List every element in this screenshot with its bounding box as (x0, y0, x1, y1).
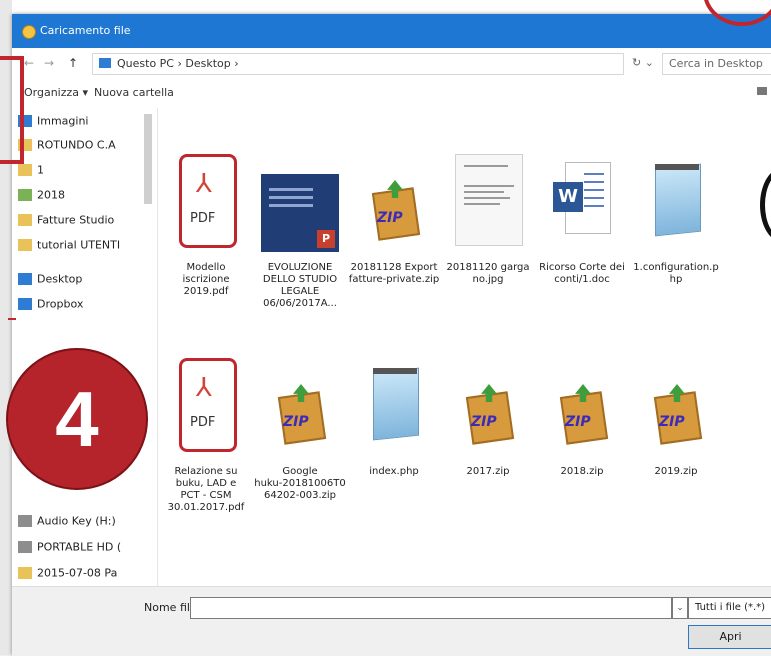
notepad-file-icon (645, 154, 707, 254)
pdf-file-icon: ⅄ PDF (175, 154, 237, 254)
powerpoint-file-icon: P (261, 154, 339, 254)
address-bar: ← → ↑ Questo PC › Desktop › ↻ ⌄ Cerca in… (12, 48, 771, 79)
partial-file-icon (760, 168, 771, 242)
pdf-file-icon: ⅄ PDF (175, 358, 237, 458)
open-button[interactable]: Apri (688, 625, 771, 649)
up-arrow-icon[interactable]: ↑ (68, 56, 78, 70)
file-name: EVOLUZIONE DELLO STUDIO LEGALE 06/06/201… (262, 262, 338, 309)
zip-file-icon: ZIP (457, 358, 519, 458)
sidebar-item-audio-key[interactable]: Audio Key (H:) (18, 514, 116, 534)
file-type-value: Tutti i file (*.*) (695, 602, 766, 613)
file-name: 2018.zip (560, 466, 604, 477)
image-folder-icon (18, 189, 32, 201)
new-folder-button[interactable]: Nuova cartella (94, 86, 174, 99)
file-name: 1.configuration.p hp (633, 262, 719, 285)
view-options-icon[interactable] (757, 87, 767, 95)
chevron-down-icon[interactable]: ⌄ (672, 597, 688, 619)
command-bar: Organizza ▾ Nuova cartella (12, 78, 771, 108)
file-item[interactable]: ZIP Google huku-20181006T0 64202-003.zip (254, 358, 346, 502)
annotation-highlight-box (0, 56, 24, 164)
search-input[interactable]: Cerca in Desktop (662, 53, 771, 75)
search-placeholder: Cerca in Desktop (669, 57, 763, 70)
forward-arrow-icon[interactable]: → (44, 56, 54, 70)
file-name: Google huku-20181006T0 64202-003.zip (254, 466, 346, 501)
file-item[interactable]: P EVOLUZIONE DELLO STUDIO LEGALE 06/06/2… (254, 154, 346, 310)
refresh-icon[interactable]: ↻ ⌄ (632, 56, 654, 69)
file-name: 20181120 garga no.jpg (446, 262, 530, 285)
file-name: Relazione su buku, LAD e PCT - CSM 30.01… (167, 466, 245, 513)
file-name: 2017.zip (466, 466, 510, 477)
navigation-pane[interactable]: Immagini ROTUNDO C.A 1 2018 Fatture Stud… (12, 108, 158, 586)
dialog-footer: Nome file: ⌄ Tutti i file (*.*) Apri (12, 586, 771, 656)
folder-icon (18, 567, 32, 579)
sidebar-item-tutorial-utenti[interactable]: tutorial UTENTI (18, 238, 120, 258)
breadcrumb[interactable]: Questo PC › Desktop › (117, 57, 239, 70)
file-item[interactable]: 1.configuration.p hp (630, 154, 722, 286)
filename-input[interactable] (190, 597, 672, 619)
sidebar-scrollbar[interactable] (144, 114, 152, 204)
file-name: 20181128 Export fatture-private.zip (348, 262, 440, 285)
sidebar-item-portable-hd[interactable]: PORTABLE HD ( (18, 540, 121, 560)
sidebar-item-immagini[interactable]: Immagini (18, 114, 88, 134)
annotation-arrow (8, 318, 16, 320)
file-item[interactable]: W Ricorso Corte dei conti/1.doc (536, 154, 628, 286)
notepad-file-icon (363, 358, 425, 458)
file-item[interactable]: index.php (348, 358, 440, 478)
sidebar-item-1[interactable]: 1 (18, 163, 44, 183)
file-item[interactable]: ZIP 20181128 Export fatture-private.zip (348, 154, 440, 286)
image-file-icon (455, 154, 523, 254)
organize-button[interactable]: Organizza ▾ (24, 86, 88, 99)
sidebar-item-rotundo[interactable]: ROTUNDO C.A (18, 138, 116, 158)
file-name: Modello iscrizione 2019.pdf (182, 262, 230, 297)
file-item[interactable]: ⅄ PDF Modello iscrizione 2019.pdf (160, 154, 252, 298)
drive-icon (18, 515, 32, 527)
file-item[interactable]: ZIP 2019.zip (630, 358, 722, 478)
sidebar-item-desktop[interactable]: Desktop (18, 272, 82, 292)
word-file-icon: W (551, 154, 613, 254)
computer-icon (99, 58, 111, 68)
file-name: index.php (369, 466, 419, 477)
folder-icon (18, 239, 32, 251)
folder-icon (18, 214, 32, 226)
sidebar-item-2015-folder[interactable]: 2015-07-08 Pa (18, 566, 117, 586)
sidebar-item-2018[interactable]: 2018 (18, 188, 65, 208)
sidebar-item-fatture-studio[interactable]: Fatture Studio (18, 213, 114, 233)
file-list[interactable]: ⅄ PDF Modello iscrizione 2019.pdf P EVOLU… (158, 108, 771, 586)
step-number-badge: 4 (6, 348, 148, 490)
zip-file-icon: ZIP (551, 358, 613, 458)
zip-file-icon: ZIP (269, 358, 331, 458)
file-item[interactable]: 20181120 garga no.jpg (442, 154, 534, 286)
file-name: Ricorso Corte dei conti/1.doc (539, 262, 625, 285)
file-item[interactable]: ZIP 2017.zip (442, 358, 534, 478)
path-field[interactable]: Questo PC › Desktop › (92, 53, 624, 75)
folder-icon (18, 164, 32, 176)
zip-file-icon: ZIP (645, 358, 707, 458)
dropbox-icon (18, 298, 32, 310)
file-name: 2019.zip (654, 466, 698, 477)
drive-icon (18, 541, 32, 553)
file-type-select[interactable]: Tutti i file (*.*) (688, 597, 771, 619)
window-title: Caricamento file (40, 24, 131, 37)
back-arrow-icon[interactable]: ← (24, 56, 34, 70)
browser-icon (22, 25, 36, 39)
zip-file-icon: ZIP (363, 154, 425, 254)
file-open-dialog: Caricamento file ← → ↑ Questo PC › Deskt… (12, 14, 771, 656)
sidebar-item-dropbox[interactable]: Dropbox (18, 297, 83, 317)
background-strip-top (0, 0, 771, 14)
file-item[interactable]: ZIP 2018.zip (536, 358, 628, 478)
title-bar: Caricamento file (12, 14, 771, 48)
desktop-icon (18, 273, 32, 285)
file-item[interactable]: ⅄ PDF Relazione su buku, LAD e PCT - CSM … (160, 358, 252, 514)
